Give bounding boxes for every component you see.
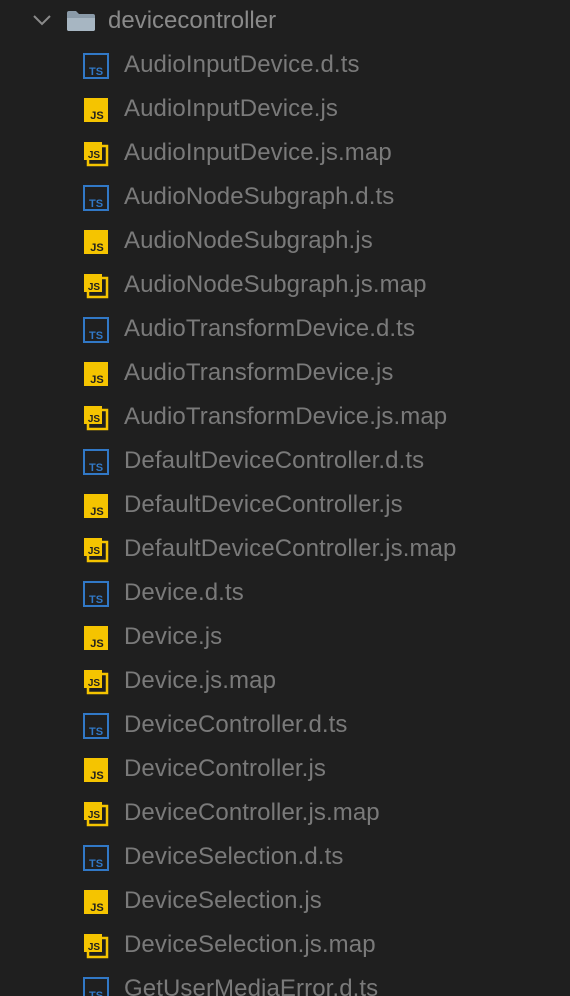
- typescript-file-icon: TS: [83, 449, 109, 475]
- file-item[interactable]: JS AudioInputDevice.js.map: [0, 132, 570, 176]
- icon-text: JS: [90, 242, 103, 254]
- file-name: AudioNodeSubgraph.js.map: [124, 271, 427, 298]
- file-name: Device.d.ts: [124, 579, 244, 606]
- icon-text: TS: [89, 858, 103, 870]
- icon-text: JS: [90, 110, 103, 122]
- typescript-file-icon: TS: [83, 53, 109, 79]
- icon-text: JS: [88, 942, 101, 953]
- file-name: DefaultDeviceController.d.ts: [124, 447, 425, 474]
- javascript-map-file-icon: JS: [84, 670, 109, 695]
- folder-row-devicecontroller[interactable]: devicecontroller: [0, 0, 570, 44]
- file-name: AudioTransformDevice.js.map: [124, 403, 448, 430]
- javascript-file-icon: JS: [84, 758, 108, 782]
- file-name: DefaultDeviceController.js: [124, 491, 403, 518]
- file-item[interactable]: JS DeviceController.js: [0, 748, 570, 792]
- file-item[interactable]: JS AudioNodeSubgraph.js.map: [0, 264, 570, 308]
- file-name: DeviceController.d.ts: [124, 711, 348, 738]
- file-item[interactable]: JS AudioTransformDevice.js: [0, 352, 570, 396]
- icon-text: JS: [88, 150, 101, 161]
- icon-text: JS: [88, 414, 101, 425]
- typescript-file-icon: TS: [83, 581, 109, 607]
- typescript-file-icon: TS: [83, 317, 109, 343]
- file-name: DeviceController.js: [124, 755, 326, 782]
- file-item[interactable]: TS DeviceController.d.ts: [0, 704, 570, 748]
- file-item[interactable]: JS DefaultDeviceController.js.map: [0, 528, 570, 572]
- file-name: AudioInputDevice.d.ts: [124, 51, 360, 78]
- file-name: AudioNodeSubgraph.js: [124, 227, 373, 254]
- file-name: AudioTransformDevice.js: [124, 359, 394, 386]
- file-name: DeviceSelection.d.ts: [124, 843, 344, 870]
- icon-text: JS: [88, 282, 101, 293]
- javascript-map-file-icon: JS: [84, 934, 109, 959]
- folder-open-icon: [67, 11, 95, 31]
- icon-text: TS: [89, 594, 103, 606]
- javascript-file-icon: JS: [84, 362, 108, 386]
- icon-text: JS: [90, 506, 103, 518]
- file-item[interactable]: TS AudioTransformDevice.d.ts: [0, 308, 570, 352]
- typescript-file-icon: TS: [83, 977, 109, 996]
- icon-text: JS: [88, 678, 101, 689]
- icon-text: JS: [90, 638, 103, 650]
- icon-text: JS: [88, 810, 101, 821]
- file-name: DeviceSelection.js: [124, 887, 322, 914]
- file-item[interactable]: JS DeviceSelection.js: [0, 880, 570, 924]
- javascript-file-icon: JS: [84, 626, 108, 650]
- file-name: AudioTransformDevice.d.ts: [124, 315, 416, 342]
- chevron-down-icon[interactable]: [31, 12, 53, 28]
- file-item[interactable]: JS AudioTransformDevice.js.map: [0, 396, 570, 440]
- folder-label: devicecontroller: [108, 7, 277, 34]
- javascript-map-file-icon: JS: [84, 406, 109, 431]
- javascript-map-file-icon: JS: [84, 142, 109, 167]
- typescript-file-icon: TS: [83, 185, 109, 211]
- javascript-map-file-icon: JS: [84, 274, 109, 299]
- icon-text: TS: [89, 726, 103, 738]
- icon-text: JS: [88, 546, 101, 557]
- file-name: DefaultDeviceController.js.map: [124, 535, 457, 562]
- file-name: DeviceController.js.map: [124, 799, 380, 826]
- file-name: GetUserMediaError.d.ts: [124, 975, 379, 996]
- javascript-file-icon: JS: [84, 890, 108, 914]
- file-item[interactable]: TS DeviceSelection.d.ts: [0, 836, 570, 880]
- typescript-file-icon: TS: [83, 713, 109, 739]
- file-name: Device.js: [124, 623, 223, 650]
- file-item[interactable]: JS DeviceController.js.map: [0, 792, 570, 836]
- file-item[interactable]: JS DeviceSelection.js.map: [0, 924, 570, 968]
- file-item[interactable]: TS GetUserMediaError.d.ts: [0, 968, 570, 996]
- icon-text: TS: [89, 330, 103, 342]
- icon-text: TS: [89, 462, 103, 474]
- file-item[interactable]: JS AudioInputDevice.js: [0, 88, 570, 132]
- file-name: DeviceSelection.js.map: [124, 931, 376, 958]
- icon-text: JS: [90, 374, 103, 386]
- file-name: AudioInputDevice.js: [124, 95, 339, 122]
- file-explorer: devicecontroller TS AudioInputDevice.d.ts…: [0, 0, 570, 996]
- file-name: Device.js.map: [124, 667, 277, 694]
- javascript-map-file-icon: JS: [84, 538, 109, 563]
- javascript-map-file-icon: JS: [84, 802, 109, 827]
- typescript-file-icon: TS: [83, 845, 109, 871]
- file-item[interactable]: JS Device.js: [0, 616, 570, 660]
- file-name: AudioInputDevice.js.map: [124, 139, 392, 166]
- file-item[interactable]: JS Device.js.map: [0, 660, 570, 704]
- file-name: AudioNodeSubgraph.d.ts: [124, 183, 395, 210]
- file-item[interactable]: TS AudioNodeSubgraph.d.ts: [0, 176, 570, 220]
- icon-text: TS: [89, 990, 103, 996]
- file-item[interactable]: JS AudioNodeSubgraph.js: [0, 220, 570, 264]
- file-item[interactable]: TS AudioInputDevice.d.ts: [0, 44, 570, 88]
- icon-text: TS: [89, 198, 103, 210]
- icon-text: JS: [90, 902, 103, 914]
- file-item[interactable]: JS DefaultDeviceController.js: [0, 484, 570, 528]
- file-list: TS AudioInputDevice.d.ts JS AudioInputDevic…: [0, 44, 570, 996]
- file-item[interactable]: TS DefaultDeviceController.d.ts: [0, 440, 570, 484]
- javascript-file-icon: JS: [84, 98, 108, 122]
- icon-text: TS: [89, 66, 103, 78]
- javascript-file-icon: JS: [84, 230, 108, 254]
- file-item[interactable]: TS Device.d.ts: [0, 572, 570, 616]
- icon-text: JS: [90, 770, 103, 782]
- javascript-file-icon: JS: [84, 494, 108, 518]
